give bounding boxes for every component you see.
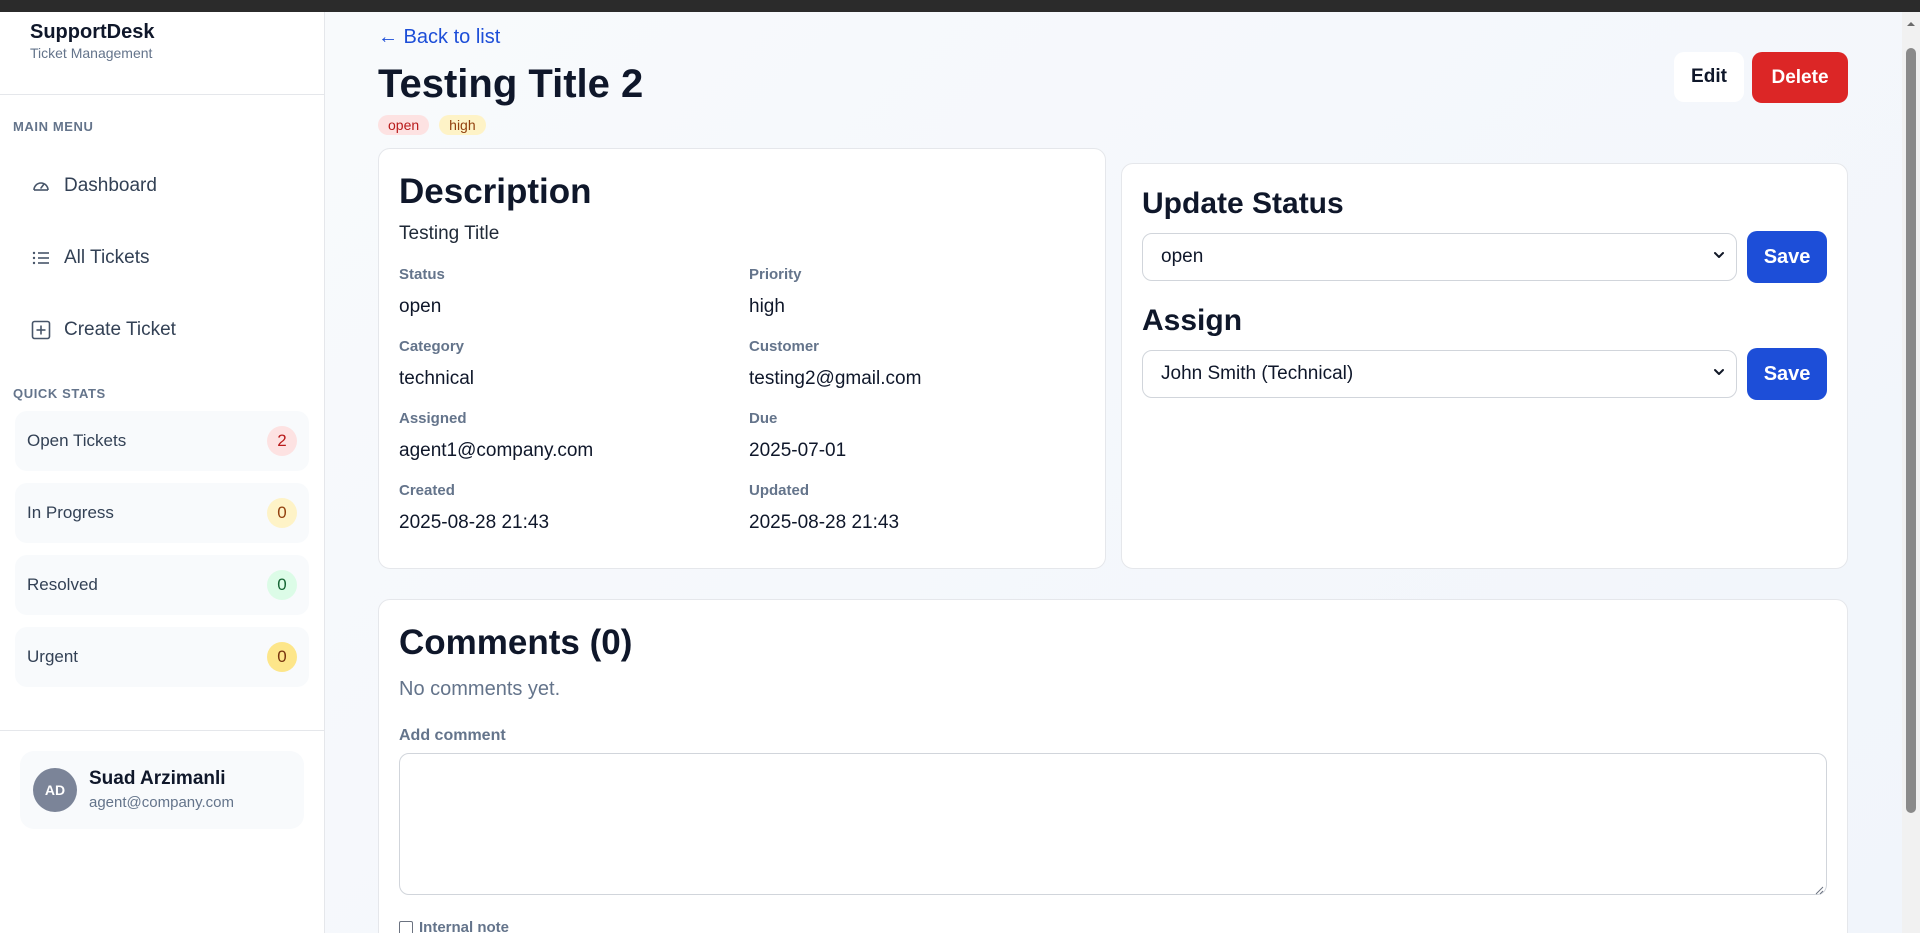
stat-in-progress[interactable]: In Progress 0 <box>15 483 309 543</box>
update-status-heading: Update Status <box>1142 187 1344 220</box>
stat-resolved[interactable]: Resolved 0 <box>15 555 309 615</box>
assignee-select[interactable]: John Smith (Technical) <box>1142 350 1738 398</box>
field-label: Assigned <box>399 410 467 427</box>
field-value: 2025-07-01 <box>749 440 847 461</box>
user-name: Suad Arzimanli <box>89 768 226 789</box>
back-to-list-link[interactable]: ← Back to list <box>378 26 500 49</box>
sidebar-item-label: Create Ticket <box>64 319 176 340</box>
field-value: high <box>749 296 785 317</box>
field-assigned: Assigned agent1@company.com <box>399 409 749 471</box>
ticket-fields: Status open Priority high Category techn… <box>399 265 1085 543</box>
field-created: Created 2025-08-28 21:43 <box>399 481 749 543</box>
comment-textarea[interactable] <box>399 753 1827 895</box>
edit-button[interactable]: Edit <box>1674 52 1744 102</box>
description-heading: Description <box>399 172 592 211</box>
stat-count-badge: 0 <box>267 570 297 600</box>
stat-urgent[interactable]: Urgent 0 <box>15 627 309 687</box>
plus-square-icon <box>30 319 52 341</box>
priority-badge: high <box>439 115 486 135</box>
brand-subtitle: Ticket Management <box>30 45 153 61</box>
divider <box>0 730 325 731</box>
browser-top-edge <box>0 0 1920 12</box>
delete-button[interactable]: Delete <box>1752 52 1848 103</box>
stat-open-tickets[interactable]: Open Tickets 2 <box>15 411 309 471</box>
field-value: agent1@company.com <box>399 440 594 461</box>
user-info: Suad Arzimanli agent@company.com <box>89 767 234 813</box>
field-value: 2025-08-28 21:43 <box>749 512 900 533</box>
stat-label: Open Tickets <box>27 431 127 450</box>
field-label: Updated <box>749 482 809 499</box>
status-assign-card: Update Status open Save Assign John Smit… <box>1121 163 1848 569</box>
field-label: Category <box>399 338 465 355</box>
ticket-tags: open high <box>378 115 486 135</box>
stat-count-badge: 2 <box>267 426 297 456</box>
brand-name: SupportDesk <box>30 21 155 43</box>
field-value: 2025-08-28 21:43 <box>399 512 550 533</box>
assignee-select-value: John Smith (Technical) <box>1161 363 1354 384</box>
gauge-icon <box>30 175 52 197</box>
scroll-up-arrow-icon[interactable] <box>1906 16 1916 26</box>
stat-label: Urgent <box>27 647 79 666</box>
status-select[interactable]: open <box>1142 233 1738 281</box>
field-status: Status open <box>399 265 749 327</box>
status-select-value: open <box>1161 246 1204 267</box>
field-label: Due <box>749 410 778 427</box>
quick-stats-title: QUICK STATS <box>13 386 106 401</box>
user-email: agent@company.com <box>89 794 235 811</box>
field-value: testing2@gmail.com <box>749 368 922 389</box>
resize-grip-icon[interactable] <box>1814 882 1824 895</box>
description-text: Testing Title <box>399 223 500 244</box>
quick-stats: Open Tickets 2 In Progress 0 Resolved 0 … <box>0 411 324 687</box>
internal-note-row: Internal note <box>399 919 1827 933</box>
scrollbar-thumb[interactable] <box>1906 48 1916 813</box>
user-card[interactable]: AD Suad Arzimanli agent@company.com <box>20 751 304 829</box>
main-content: ← Back to list Testing Title 2 open high… <box>325 12 1902 933</box>
brand: SupportDesk Ticket Management <box>0 12 324 95</box>
field-due: Due 2025-07-01 <box>749 409 1049 471</box>
comments-heading: Comments (0) <box>399 623 633 662</box>
sidebar-item-dashboard[interactable]: Dashboard <box>0 150 324 222</box>
sidebar-item-label: Dashboard <box>64 175 157 196</box>
main-menu-title: MAIN MENU <box>13 119 94 134</box>
field-label: Customer <box>749 338 820 355</box>
comments-card: Comments (0) No comments yet. Add commen… <box>378 599 1848 933</box>
page-title: Testing Title 2 <box>378 62 644 106</box>
field-category: Category technical <box>399 337 749 399</box>
stat-label: In Progress <box>27 503 114 522</box>
sidebar-item-all-tickets[interactable]: All Tickets <box>0 222 324 294</box>
main-menu: Dashboard All Tickets Create Ticket <box>0 150 324 366</box>
assign-heading: Assign <box>1142 304 1243 337</box>
sidebar-item-create-ticket[interactable]: Create Ticket <box>0 294 324 366</box>
internal-note-checkbox[interactable] <box>399 920 413 933</box>
no-comments-text: No comments yet. <box>399 678 561 700</box>
status-row: open Save <box>1142 231 1827 283</box>
description-card: Description Testing Title Status open Pr… <box>378 148 1106 569</box>
add-comment-label: Add comment <box>399 727 506 744</box>
list-icon <box>30 247 52 269</box>
sidebar: SupportDesk Ticket Management MAIN MENU … <box>0 12 325 933</box>
stat-count-badge: 0 <box>267 642 297 672</box>
field-customer: Customer testing2@gmail.com <box>749 337 1049 399</box>
field-value: open <box>399 296 442 317</box>
avatar: AD <box>33 768 77 812</box>
app-window: SupportDesk Ticket Management MAIN MENU … <box>0 12 1902 933</box>
chevron-down-icon <box>1712 246 1726 268</box>
field-label: Priority <box>749 266 802 283</box>
field-label: Status <box>399 266 445 283</box>
status-badge: open <box>378 115 430 135</box>
field-label: Created <box>399 482 455 499</box>
save-assignee-button[interactable]: Save <box>1747 348 1827 400</box>
stat-label: Resolved <box>27 575 98 594</box>
field-updated: Updated 2025-08-28 21:43 <box>749 481 1049 543</box>
save-status-button[interactable]: Save <box>1747 231 1827 283</box>
field-value: technical <box>399 368 474 389</box>
stat-count-badge: 0 <box>267 498 297 528</box>
field-priority: Priority high <box>749 265 1049 327</box>
sidebar-item-label: All Tickets <box>64 247 150 268</box>
internal-note-label: Internal note <box>419 919 510 933</box>
chevron-down-icon <box>1712 363 1726 385</box>
assign-row: John Smith (Technical) Save <box>1142 348 1827 400</box>
